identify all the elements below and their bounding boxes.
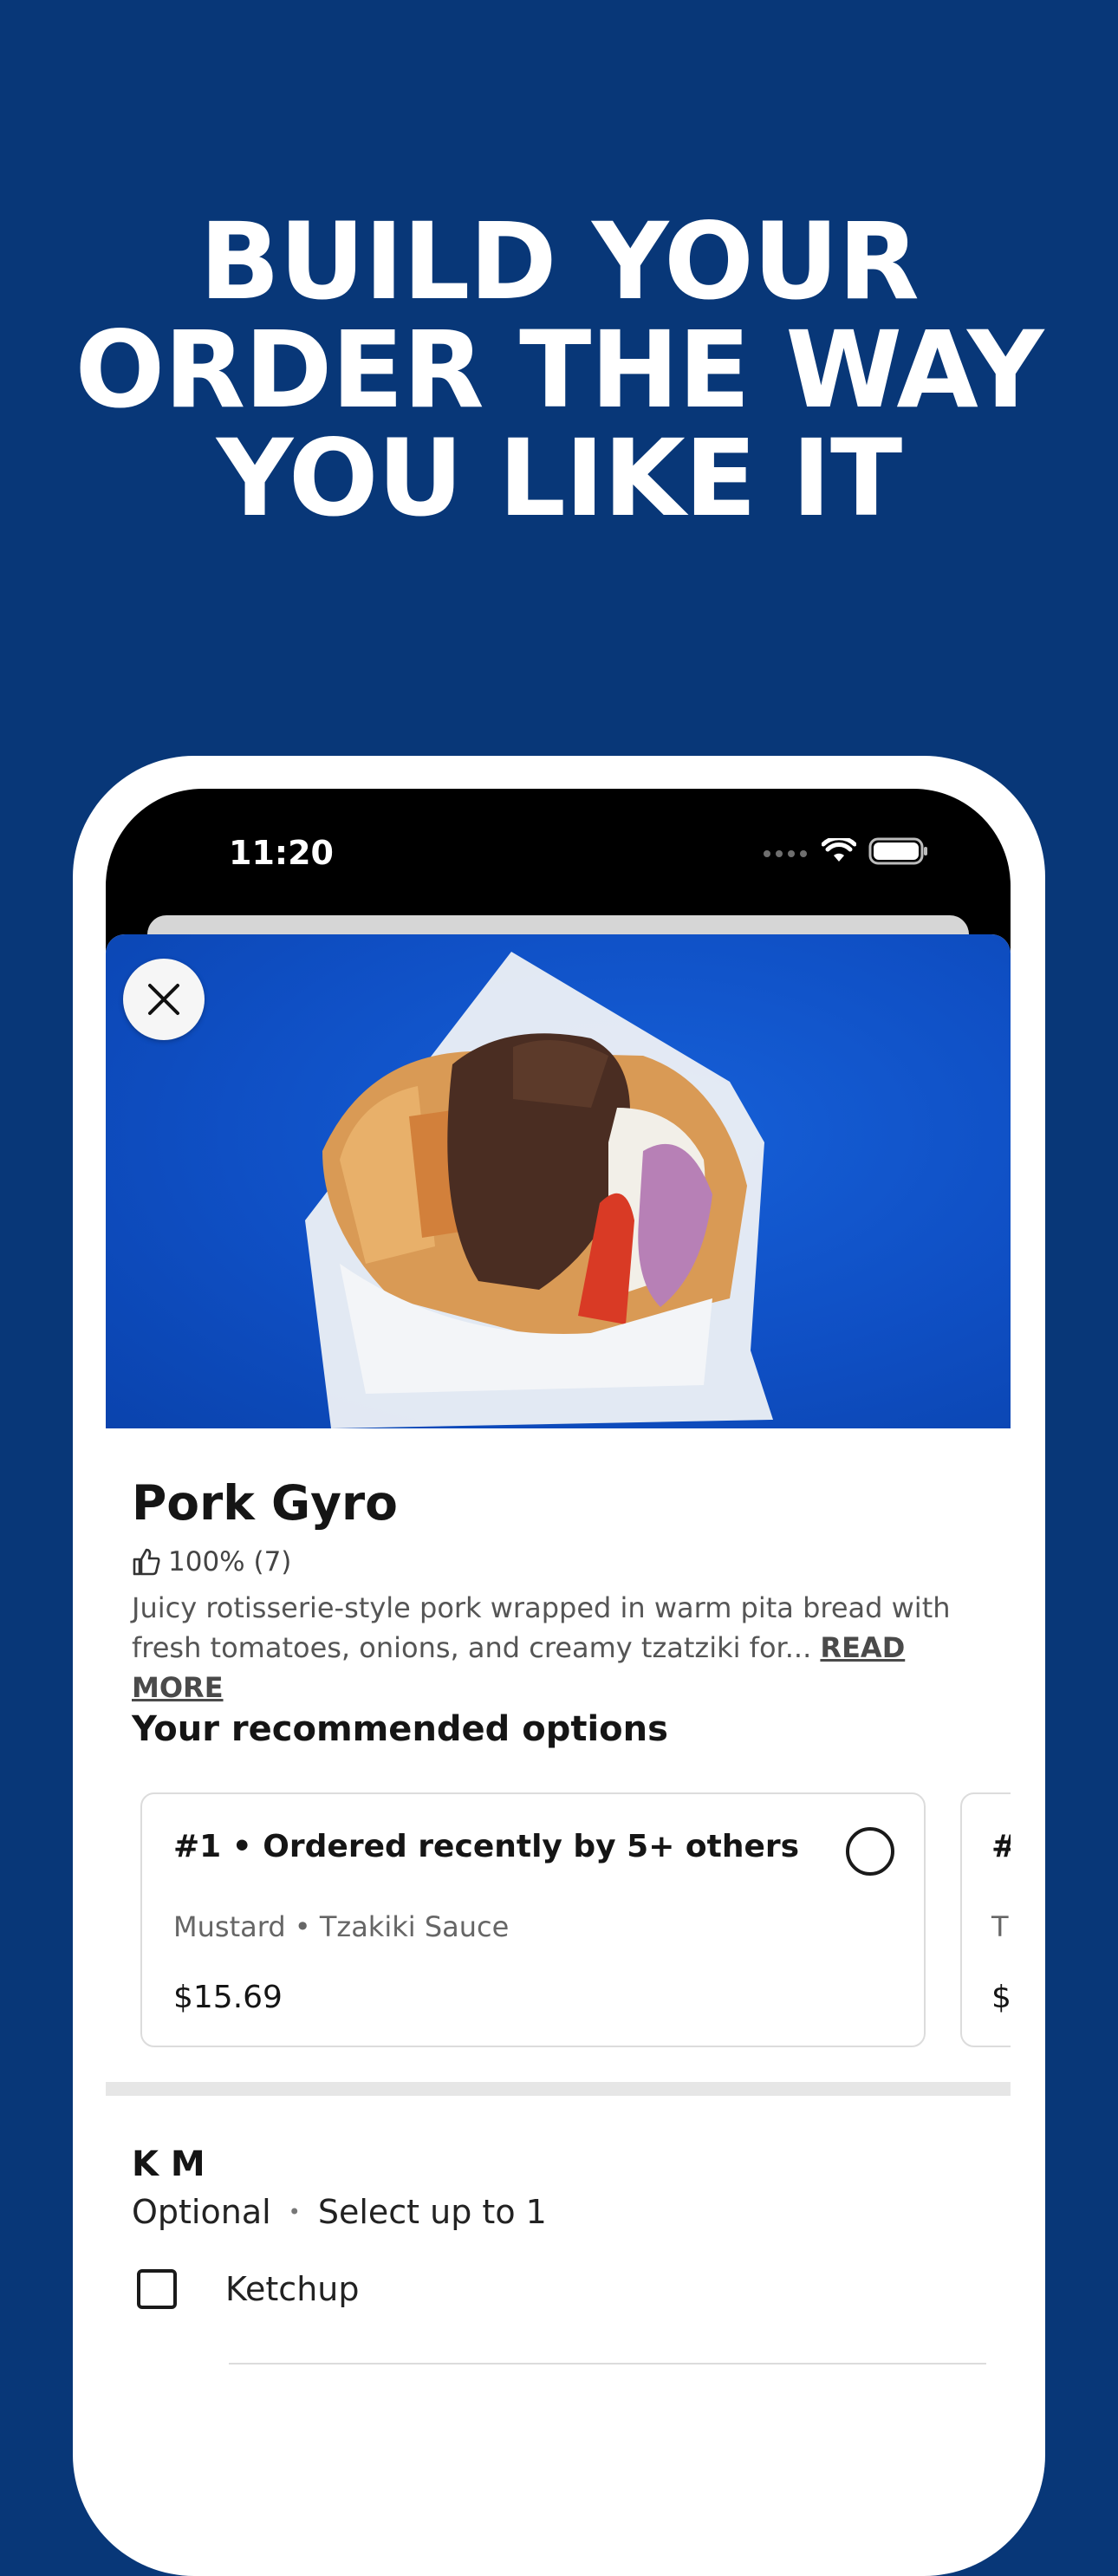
section-divider <box>106 2082 1011 2096</box>
option-group-title: K M <box>132 2144 205 2184</box>
row-separator <box>229 2363 986 2365</box>
item-title: Pork Gyro <box>132 1475 398 1531</box>
headline-line-2: ORDER THE WAY <box>75 309 1044 432</box>
status-icons <box>763 836 929 868</box>
card-2-price: $ <box>991 1980 1011 2015</box>
headline-line-3: YOU LIKE IT <box>216 417 902 540</box>
card-price: $15.69 <box>173 1980 283 2015</box>
wifi-icon <box>821 836 857 868</box>
card-title: #1 • Ordered recently by 5+ others <box>173 1829 800 1864</box>
close-button[interactable] <box>123 959 205 1040</box>
battery-icon <box>868 837 929 868</box>
phone-screen: 11:20 Pork Gyro 100% (7) Juicy rotisseri… <box>106 789 1011 2488</box>
select-limit-label: Select up to 1 <box>317 2193 547 2231</box>
recommended-option-card[interactable]: #1 • Ordered recently by 5+ others Musta… <box>140 1792 926 2047</box>
item-sheet: Pork Gyro 100% (7) Juicy rotisserie-styl… <box>106 934 1011 2488</box>
item-photo <box>106 934 1011 1428</box>
option-group-meta: Optional • Select up to 1 <box>132 2193 547 2231</box>
ketchup-checkbox[interactable] <box>137 2269 177 2309</box>
status-time: 11:20 <box>229 834 334 872</box>
headline-line-1: BUILD YOUR <box>199 200 920 323</box>
signal-dots-icon <box>763 845 809 862</box>
recommended-option-card-2[interactable]: # T $ <box>960 1792 1011 2047</box>
rating-text: 100% (7) <box>168 1546 292 1577</box>
option-label: Ketchup <box>225 2270 360 2308</box>
item-rating: 100% (7) <box>132 1546 291 1577</box>
item-description: Juicy rotisserie-style pork wrapped in w… <box>132 1588 990 1708</box>
thumbs-up-icon <box>133 1548 160 1576</box>
meta-separator: • <box>288 2200 301 2224</box>
recommended-heading: Your recommended options <box>132 1709 668 1749</box>
gyro-illustration <box>305 952 773 1428</box>
card-2-title: # <box>991 1829 1011 1864</box>
optional-label: Optional <box>132 2193 271 2231</box>
card-radio-button[interactable] <box>846 1827 894 1876</box>
card-subtitle: Mustard • Tzakiki Sauce <box>173 1910 510 1943</box>
headline: BUILD YOUR ORDER THE WAY YOU LIKE IT <box>0 208 1118 533</box>
card-2-subtitle: T <box>991 1910 1009 1943</box>
option-row-ketchup[interactable]: Ketchup <box>132 2269 360 2309</box>
close-icon <box>148 984 179 1015</box>
